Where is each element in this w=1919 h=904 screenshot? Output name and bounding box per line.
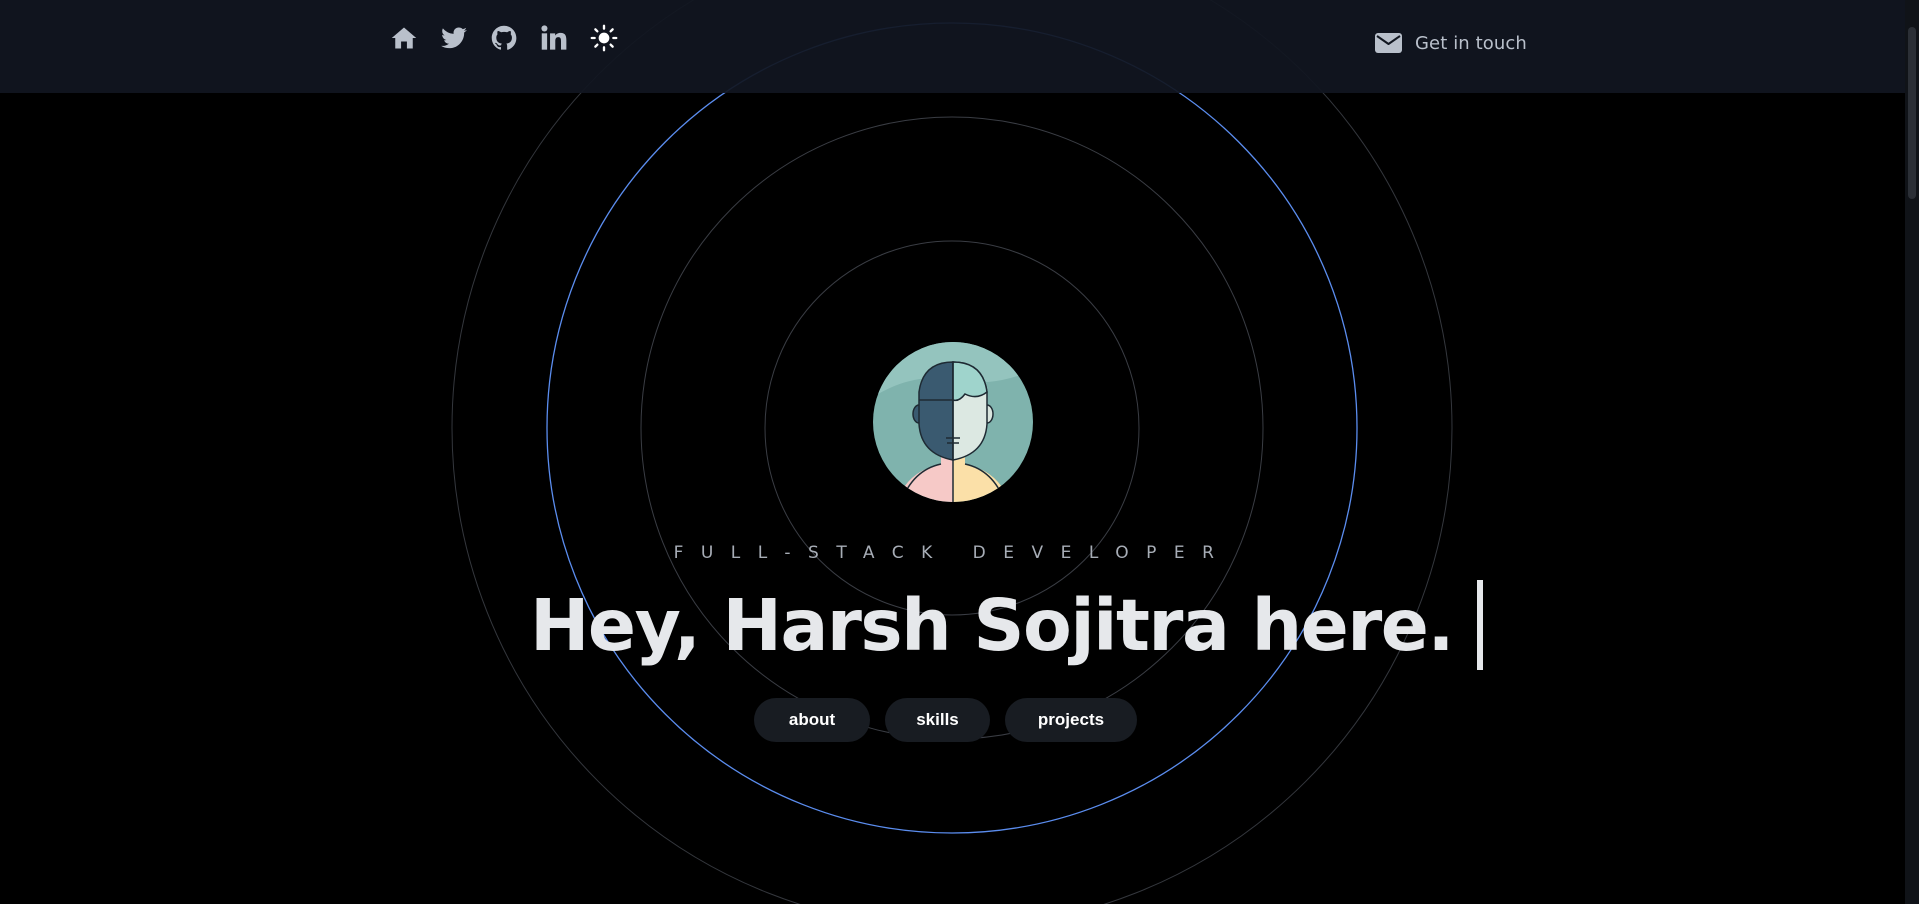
page-scrollbar[interactable]	[1905, 0, 1919, 904]
mail-icon	[1375, 33, 1402, 53]
social-links	[390, 24, 618, 52]
section-nav: about skills projects	[754, 698, 1137, 742]
get-in-touch-label: Get in touch	[1415, 32, 1527, 54]
role-subtitle: FULL-STACK DEVELOPER	[673, 543, 1232, 563]
linkedin-icon[interactable]	[540, 24, 568, 52]
headline-text: Hey, Harsh Sojitra here.	[530, 583, 1454, 667]
projects-button[interactable]: projects	[1005, 698, 1137, 742]
about-button[interactable]: about	[754, 698, 870, 742]
page: Get in touch FULL-STACK DEVELOPER Hey, H…	[0, 0, 1919, 904]
sun-icon[interactable]	[590, 24, 618, 52]
get-in-touch-link[interactable]: Get in touch	[1374, 31, 1527, 55]
github-icon[interactable]	[490, 24, 518, 52]
avatar	[873, 342, 1033, 502]
twitter-icon[interactable]	[440, 24, 468, 52]
avatar-illustration	[873, 342, 1033, 502]
scrollbar-thumb[interactable]	[1908, 27, 1916, 199]
top-navbar: Get in touch	[0, 0, 1905, 93]
home-icon[interactable]	[390, 24, 418, 52]
typing-cursor	[1476, 580, 1483, 670]
skills-button[interactable]: skills	[885, 698, 990, 742]
hero-headline: Hey, Harsh Sojitra here.	[530, 580, 1483, 670]
